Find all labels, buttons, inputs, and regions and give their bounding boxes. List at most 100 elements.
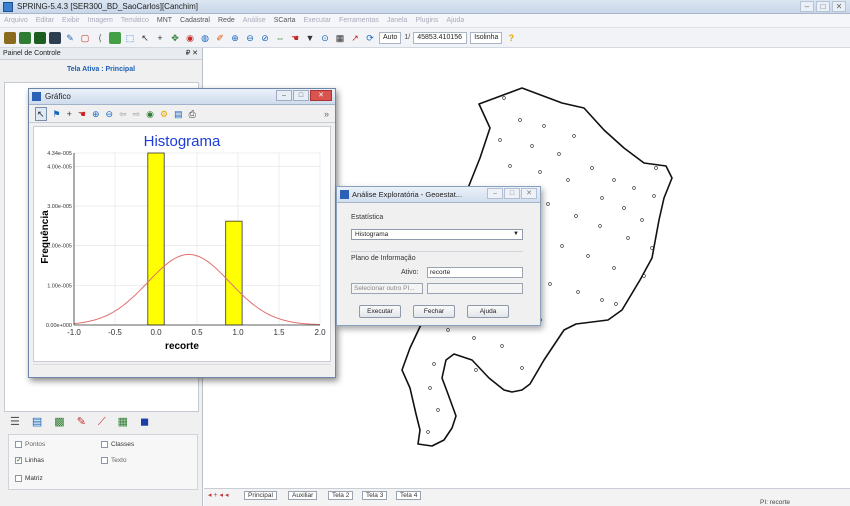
- properties-icon[interactable]: ⚙: [160, 108, 168, 120]
- menu-editar[interactable]: Editar: [36, 17, 54, 24]
- scale-input[interactable]: 45853.410156: [413, 31, 468, 44]
- visual-icon[interactable]: ▩: [54, 416, 64, 428]
- executar-button[interactable]: Executar: [359, 305, 401, 318]
- minimize-button[interactable]: –: [800, 1, 814, 12]
- draw-tool-icon[interactable]: ▼: [304, 32, 316, 44]
- menu-janela[interactable]: Janela: [387, 17, 408, 24]
- grid-view-icon[interactable]: ▦: [118, 416, 128, 428]
- pan-hand-icon[interactable]: ☚: [78, 108, 86, 120]
- hand-icon[interactable]: ☚: [289, 32, 301, 44]
- mode-select[interactable]: Isolinha: [470, 31, 503, 44]
- menu-arquivo[interactable]: Arquivo: [4, 17, 28, 24]
- project-icon[interactable]: [19, 31, 31, 44]
- edit-icon[interactable]: ✐: [214, 32, 226, 44]
- ajuda-button[interactable]: Ajuda: [467, 305, 509, 318]
- tab-nav-arrows[interactable]: ◂ + ◂ ◂: [208, 491, 228, 499]
- flag-icon[interactable]: ⚑: [53, 108, 61, 120]
- zoom-in-icon[interactable]: ⊕: [92, 108, 100, 120]
- list-icon[interactable]: ☰: [10, 416, 20, 428]
- menu-executar[interactable]: Executar: [304, 17, 332, 24]
- menu-cadastral[interactable]: Cadastral: [180, 17, 210, 24]
- more-icon[interactable]: »: [324, 108, 329, 120]
- tab-principal[interactable]: Principal: [244, 491, 277, 500]
- back-icon[interactable]: ⇦: [119, 108, 127, 120]
- histogram-bar: [147, 152, 165, 326]
- table-icon[interactable]: ▦: [334, 32, 346, 44]
- checkbox-matriz[interactable]: [15, 475, 22, 482]
- checkbox-texto[interactable]: [101, 457, 108, 464]
- pencil-icon[interactable]: ✎: [64, 32, 76, 44]
- refresh-icon[interactable]: ⟳: [364, 32, 376, 44]
- analise-titlebar[interactable]: Análise Exploratória - Geoestat... – □ ✕: [337, 187, 540, 203]
- check-linhas[interactable]: ✓ Linhas: [15, 457, 44, 464]
- layer-icon[interactable]: [34, 31, 46, 44]
- analise-maximize-button[interactable]: □: [504, 188, 520, 199]
- maximize-button[interactable]: □: [816, 1, 830, 12]
- print-icon[interactable]: ⎙: [189, 108, 196, 120]
- check-texto[interactable]: Texto: [101, 457, 127, 464]
- grafico-titlebar[interactable]: Gráfico – □ ✕: [29, 89, 335, 105]
- menu-analise[interactable]: Análise: [243, 17, 266, 24]
- check-classes[interactable]: Classes: [101, 441, 134, 448]
- save-icon[interactable]: ▤: [174, 108, 183, 120]
- menu-rede[interactable]: Rede: [218, 17, 235, 24]
- tab-tela-4[interactable]: Tela 4: [396, 491, 422, 500]
- check-matriz[interactable]: Matriz: [15, 475, 43, 482]
- menu-imagem[interactable]: Imagem: [88, 17, 113, 24]
- tab-auxiliar[interactable]: Auxiliar: [288, 491, 318, 500]
- draw-icon[interactable]: ⟨: [94, 32, 106, 44]
- grafico-minimize-button[interactable]: –: [276, 90, 292, 101]
- color-icon[interactable]: ◉: [146, 108, 154, 120]
- help-icon[interactable]: ?: [505, 32, 517, 44]
- scale-mode-select[interactable]: Auto: [379, 31, 402, 44]
- move-icon[interactable]: ✥: [169, 32, 181, 44]
- menu-tematico[interactable]: Temático: [121, 17, 149, 24]
- info-icon[interactable]: ◼: [140, 416, 149, 428]
- grid-icon[interactable]: [49, 31, 61, 44]
- menu-ferramentas[interactable]: Ferramentas: [339, 17, 379, 24]
- image-icon[interactable]: [109, 31, 121, 44]
- menu-exibir[interactable]: Exibir: [62, 17, 80, 24]
- database-icon[interactable]: [4, 31, 16, 44]
- pan-icon[interactable]: ⇔: [274, 32, 286, 44]
- zoom-in-icon[interactable]: ⊕: [229, 32, 241, 44]
- edit-properties-icon[interactable]: ✎: [77, 416, 86, 428]
- menu-mnt[interactable]: MNT: [157, 17, 172, 24]
- estatistica-select[interactable]: Histograma ▼: [351, 229, 523, 240]
- close-button[interactable]: ✕: [832, 1, 846, 12]
- zoom-prev-icon[interactable]: ⊘: [259, 32, 271, 44]
- pointer-icon[interactable]: ↗: [349, 32, 361, 44]
- draw-line-icon[interactable]: ⟋: [98, 416, 106, 428]
- square-icon[interactable]: ▢: [79, 32, 91, 44]
- select-pointer-icon[interactable]: ↖: [35, 106, 47, 121]
- cursor-icon[interactable]: ↖: [139, 32, 151, 44]
- analise-minimize-button[interactable]: –: [487, 188, 503, 199]
- menu-ajuda[interactable]: Ajuda: [446, 17, 464, 24]
- zoom-out-icon[interactable]: ⊖: [244, 32, 256, 44]
- zoom-out-icon[interactable]: ⊖: [106, 108, 114, 120]
- outro-pi-field[interactable]: [427, 283, 523, 294]
- checkbox-pontos[interactable]: [15, 441, 22, 448]
- forward-icon[interactable]: ⇨: [133, 108, 141, 120]
- menu-plugins[interactable]: Plugins: [415, 17, 438, 24]
- panel-pin-close[interactable]: ₽ ✕: [186, 48, 198, 60]
- target-icon[interactable]: ◉: [184, 32, 196, 44]
- zoom-area-icon[interactable]: ⬚: [124, 32, 136, 44]
- check-pontos[interactable]: Pontos: [15, 441, 45, 448]
- selecionar-outro-pi-button[interactable]: Selecionar outro PI...: [351, 283, 423, 294]
- globe-icon[interactable]: ◍: [199, 32, 211, 44]
- menu-scarta[interactable]: SCarta: [274, 17, 296, 24]
- tab-tela-3[interactable]: Tela 3: [362, 491, 388, 500]
- analise-close-button[interactable]: ✕: [521, 188, 537, 199]
- grafico-close-button[interactable]: ✕: [310, 90, 332, 101]
- tab-tela-2[interactable]: Tela 2: [328, 491, 354, 500]
- query-icon[interactable]: ⊙: [319, 32, 331, 44]
- fechar-button[interactable]: Fechar: [413, 305, 455, 318]
- checkbox-linhas[interactable]: ✓: [15, 457, 22, 464]
- view-icon[interactable]: ▤: [32, 416, 42, 428]
- crosshair-icon[interactable]: +: [154, 32, 166, 44]
- ativo-field[interactable]: recorte: [427, 267, 523, 278]
- checkbox-classes[interactable]: [101, 441, 108, 448]
- crosshair-icon[interactable]: +: [67, 108, 72, 120]
- grafico-maximize-button[interactable]: □: [293, 90, 309, 101]
